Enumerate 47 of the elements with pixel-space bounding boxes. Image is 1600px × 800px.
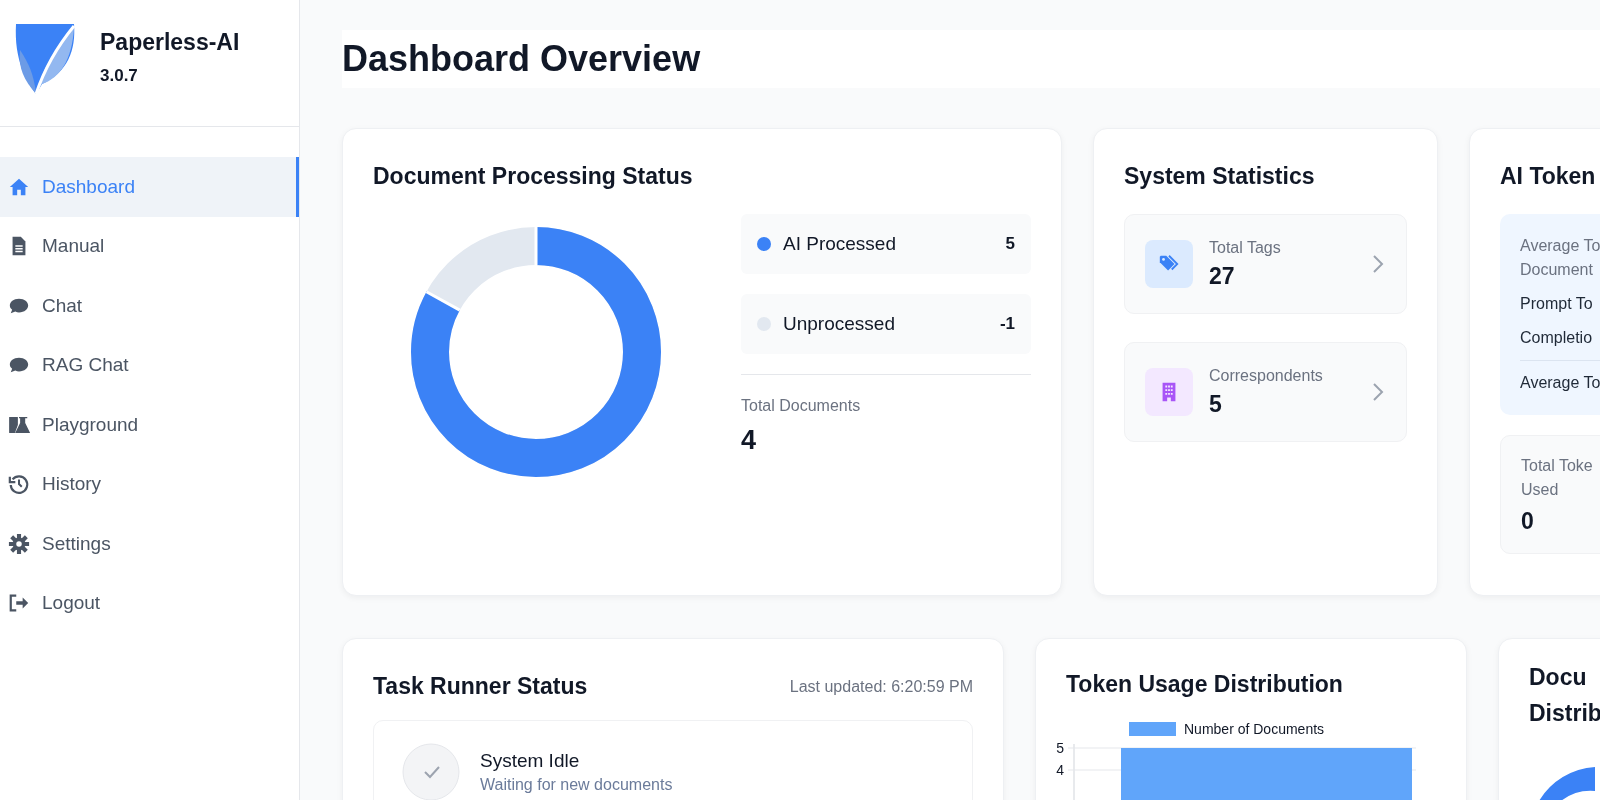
chevron-right-icon	[1372, 254, 1384, 274]
average-tokens-row-text: Average To	[1520, 373, 1600, 393]
page-title: Dashboard Overview	[342, 30, 1600, 88]
card-title: AI Token	[1500, 163, 1597, 190]
token-row-label: Completio	[1520, 328, 1594, 348]
stat-value: 5	[1209, 390, 1223, 418]
axis-tick-label: 5	[1056, 740, 1064, 756]
stat-item[interactable]: Correspondents 5	[1124, 342, 1407, 442]
nav-item[interactable]: Manual	[0, 216, 299, 276]
total-tokens-value: 0	[1521, 508, 1535, 535]
legend-label: AI Processed	[783, 233, 897, 255]
app-version: 3.0.7	[100, 66, 139, 86]
history-icon	[8, 473, 30, 496]
stat-label: Correspondents	[1209, 366, 1324, 385]
average-tokens-label: Average To Document	[1520, 236, 1600, 280]
task-status-title: System Idle	[480, 750, 581, 772]
settings-icon	[8, 532, 30, 555]
total-documents-label: Total Documents	[741, 397, 862, 415]
task-status-subtitle: Waiting for new documents	[480, 776, 673, 794]
donut-chart-drawing	[1539, 767, 1595, 800]
app-name: Paperless-AI	[100, 29, 240, 56]
total-documents-value: 4	[741, 425, 758, 456]
nav-item[interactable]: Playground	[0, 395, 299, 455]
card-title: Docu Distrib	[1529, 663, 1600, 728]
building-icon	[1145, 368, 1193, 416]
stat-value: 27	[1209, 262, 1236, 290]
legend-count: -1	[999, 314, 1015, 334]
nav-item[interactable]: Chat	[0, 276, 299, 336]
stat-item[interactable]: Total Tags 27	[1124, 214, 1407, 314]
total-tokens-label: Total Toke Used	[1521, 456, 1594, 500]
card-title: Document Processing Status	[373, 163, 694, 190]
nav-item[interactable]: RAG Chat	[0, 335, 299, 395]
card-title: Token Usage Distribution	[1065, 671, 1344, 698]
last-updated-text: Last updated: 6:20:59 PM	[789, 677, 973, 696]
card-title: System Statistics	[1124, 163, 1316, 190]
nav-item[interactable]: Logout	[0, 573, 299, 633]
chevron-right-icon	[1372, 382, 1384, 402]
legend-label: Unprocessed	[783, 313, 896, 335]
token-row-label: Prompt To	[1520, 294, 1594, 314]
axis-tick-label: 4	[1056, 762, 1064, 778]
nav-item[interactable]: History	[0, 454, 299, 514]
nav-item[interactable]: Settings	[0, 514, 299, 574]
stat-label: Total Tags	[1209, 238, 1282, 257]
legend-label: Number of Documents	[1184, 721, 1325, 737]
tag-icon	[1145, 240, 1193, 288]
card-title: Task Runner Status	[373, 673, 588, 700]
legend-count: 5	[1005, 234, 1015, 254]
